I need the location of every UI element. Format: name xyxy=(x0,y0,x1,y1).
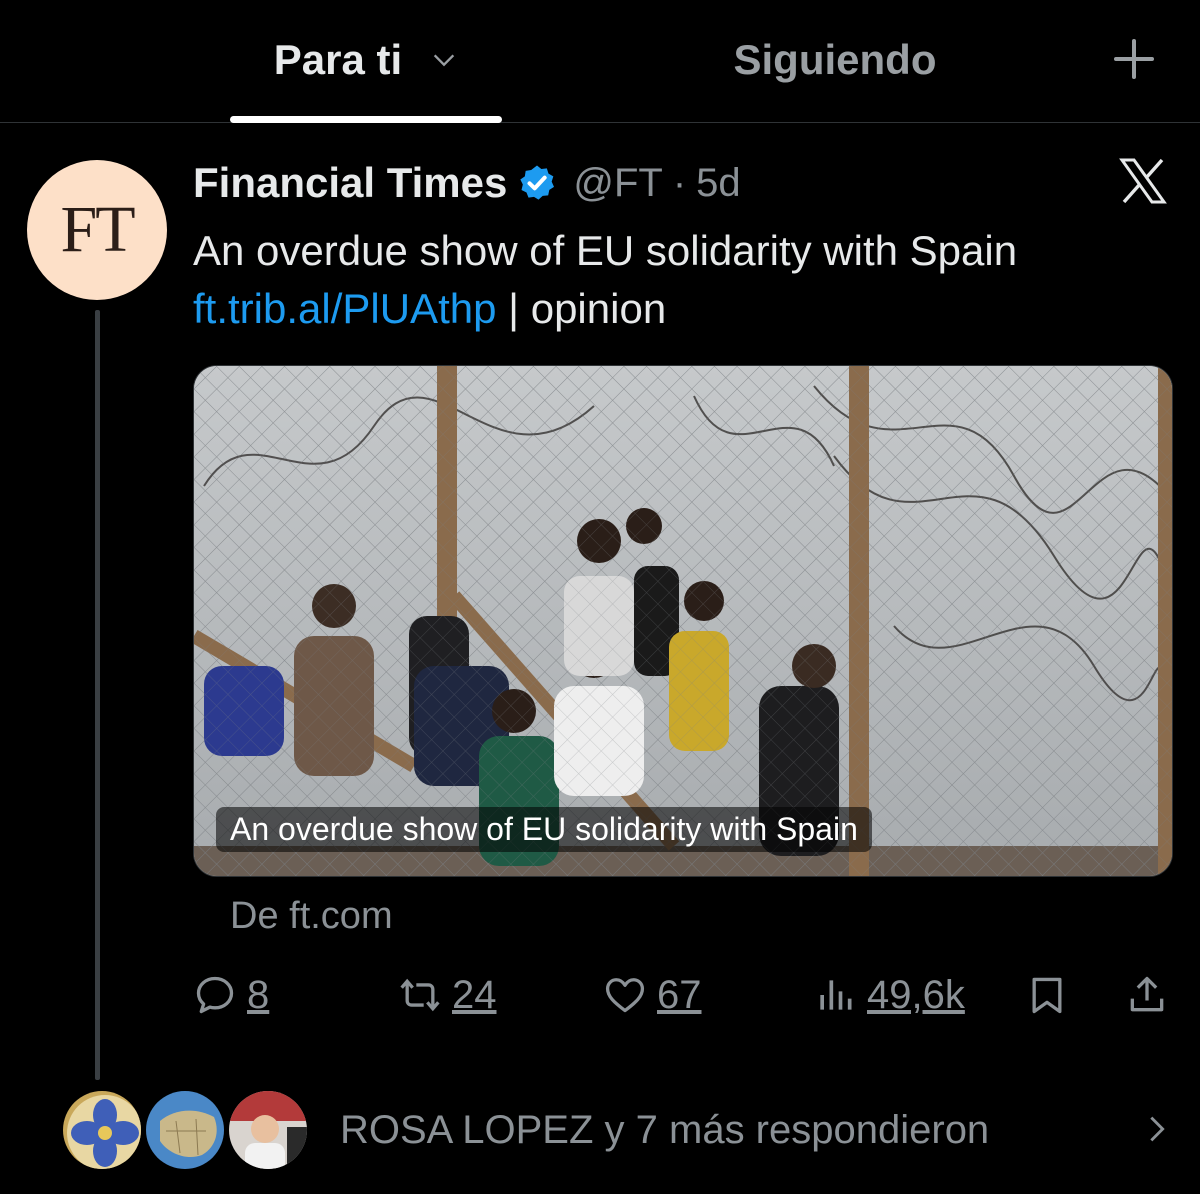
tweet-body: An overdue show of EU solidarity with Sp… xyxy=(193,227,1018,274)
share-button[interactable] xyxy=(1125,965,1169,1025)
plus-icon[interactable] xyxy=(1110,35,1158,83)
replier-avatar xyxy=(60,1088,144,1172)
replies-summary-text: ROSA LOPEZ y 7 más respondieron xyxy=(340,1108,990,1152)
share-icon xyxy=(1130,976,1164,1012)
meta-separator: · xyxy=(672,160,687,205)
chevron-down-icon[interactable] xyxy=(430,46,458,74)
reply-count: 8 xyxy=(247,972,270,1017)
x-logo-icon[interactable] xyxy=(1118,156,1168,206)
author-avatar[interactable]: FT xyxy=(27,160,167,300)
tab-following-label: Siguiendo xyxy=(733,36,937,83)
views-icon xyxy=(820,980,852,1010)
repost-button[interactable]: 24 xyxy=(398,965,497,1025)
replier-avatar xyxy=(226,1088,310,1172)
author-name[interactable]: Financial Times xyxy=(193,159,507,207)
active-tab-indicator xyxy=(230,116,502,123)
heart-icon xyxy=(605,978,645,1013)
tab-following[interactable]: Siguiendo xyxy=(680,30,990,90)
tab-for-you-label: Para ti xyxy=(273,36,403,83)
tweet-actions: 8 24 67 49,6k xyxy=(193,965,1178,1025)
chevron-right-icon xyxy=(1150,1116,1165,1142)
tweet-time[interactable]: 5d xyxy=(696,161,741,206)
views-button[interactable]: 49,6k xyxy=(813,965,965,1025)
thread-line xyxy=(95,310,100,1080)
media-caption: An overdue show of EU solidarity with Sp… xyxy=(216,807,872,852)
photo-illustration xyxy=(194,366,1172,876)
tweet-link[interactable]: ft.trib.al/PlUAthp xyxy=(193,285,496,332)
avatar-monogram: FT xyxy=(60,193,135,266)
link-source[interactable]: De ft.com xyxy=(230,895,393,938)
repost-count: 24 xyxy=(452,972,497,1017)
tab-for-you[interactable]: Para ti xyxy=(230,30,502,90)
view-count: 49,6k xyxy=(867,972,965,1017)
tweet-link-suffix: | opinion xyxy=(496,285,667,332)
bookmark-button[interactable] xyxy=(1025,965,1069,1025)
verified-badge-icon xyxy=(520,165,555,200)
author-handle[interactable]: @FT xyxy=(573,161,662,206)
link-card-image[interactable]: An overdue show of EU solidarity with Sp… xyxy=(193,365,1173,877)
tweet-link-line: ft.trib.al/PlUAthp | opinion xyxy=(193,280,1173,338)
reply-button[interactable]: 8 xyxy=(193,965,269,1025)
reply-icon xyxy=(196,976,234,1014)
timeline-tabs: Para ti Siguiendo xyxy=(0,0,1200,123)
tweet-header: Financial Times @FT · 5d xyxy=(193,158,741,208)
replier-avatar xyxy=(143,1088,227,1172)
like-button[interactable]: 67 xyxy=(603,965,702,1025)
tweet-text: An overdue show of EU solidarity with Sp… xyxy=(193,222,1173,338)
repost-icon xyxy=(400,978,440,1012)
replies-summary[interactable]: ROSA LOPEZ y 7 más respondieron xyxy=(60,1088,1180,1174)
bookmark-icon xyxy=(1032,977,1062,1014)
like-count: 67 xyxy=(657,972,702,1017)
